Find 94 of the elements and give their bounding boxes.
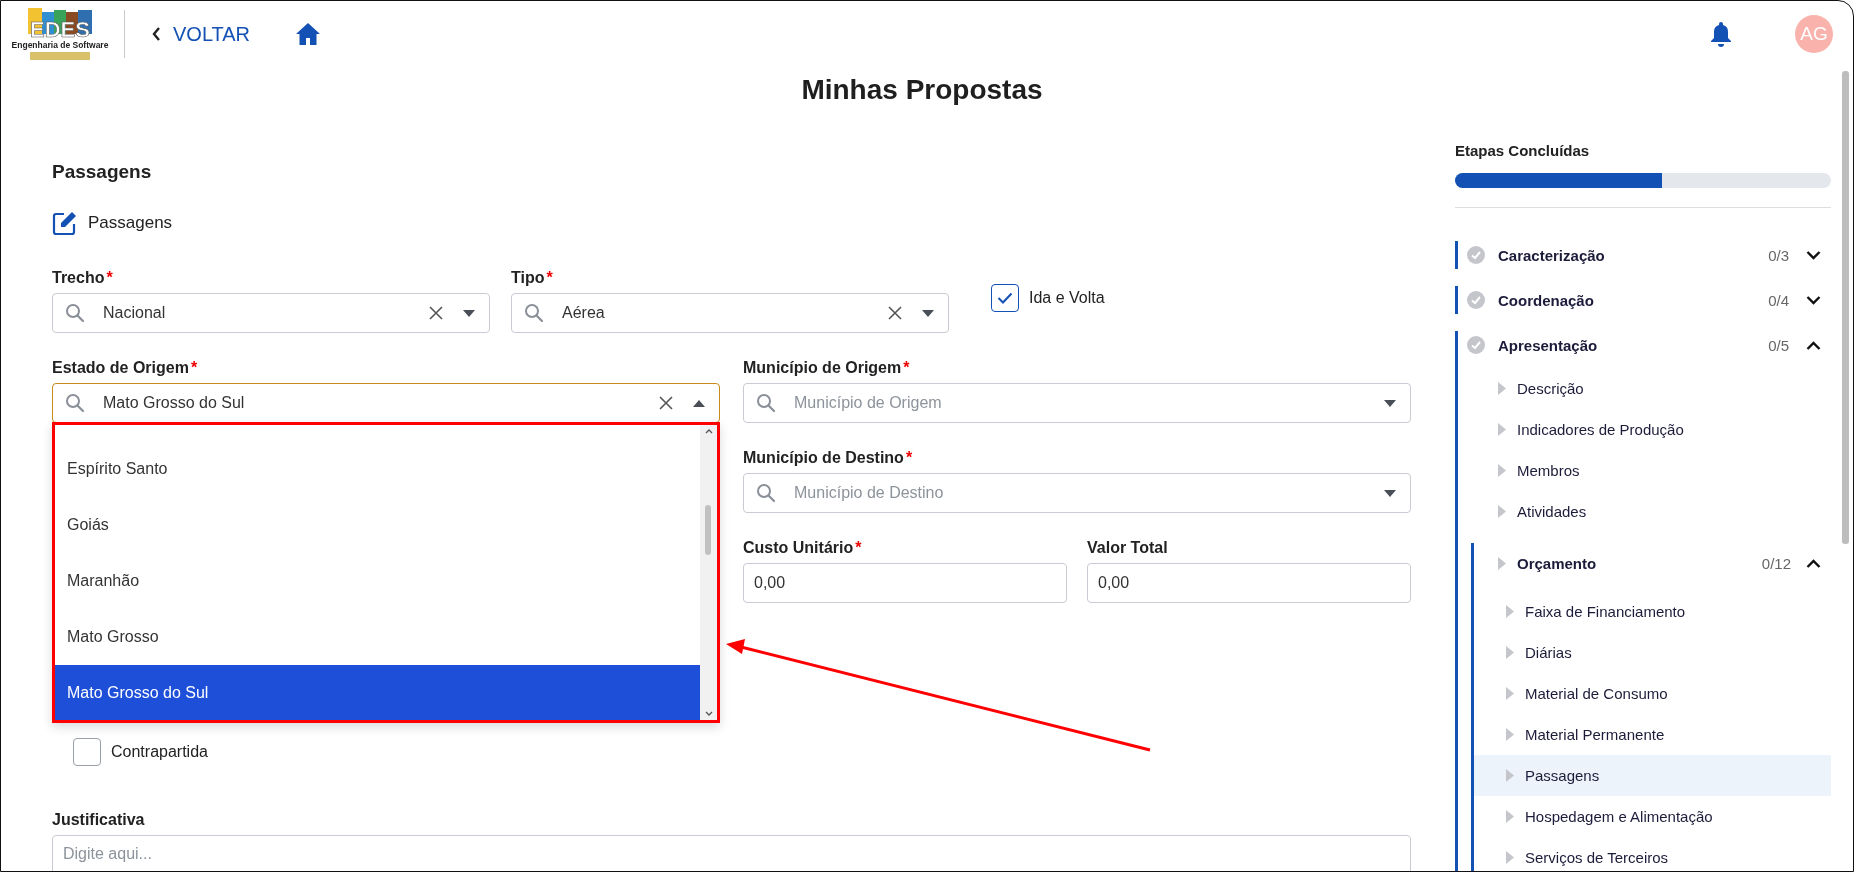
caret-down-icon[interactable] bbox=[1384, 489, 1396, 497]
caret-down-icon[interactable] bbox=[922, 309, 934, 317]
chevron-up-icon[interactable] bbox=[1806, 340, 1821, 350]
progress-label: Etapas Concluídas bbox=[1455, 141, 1591, 161]
dropdown-option[interactable]: Mato Grosso bbox=[55, 609, 700, 665]
checkbox-label: Ida e Volta bbox=[1029, 289, 1105, 307]
select-field[interactable]: Município de Destino bbox=[743, 473, 1411, 513]
select-input[interactable]: Nacional bbox=[103, 304, 429, 322]
nav-section[interactable]: Apresentação 0/5 bbox=[1458, 331, 1831, 359]
search-icon bbox=[65, 303, 85, 323]
clear-icon[interactable] bbox=[659, 396, 673, 410]
dropdown-option[interactable]: Maranhão bbox=[55, 553, 700, 609]
select-input[interactable]: Município de Destino bbox=[794, 484, 1384, 502]
select-input[interactable]: Aérea bbox=[562, 304, 888, 322]
expand-triangle-icon bbox=[1498, 505, 1506, 518]
expand-triangle-icon bbox=[1506, 769, 1514, 782]
search-icon bbox=[65, 393, 85, 413]
text-area[interactable]: Digite aqui... bbox=[52, 835, 1411, 871]
nav-item[interactable]: Atividades bbox=[1458, 491, 1831, 532]
select-input[interactable]: Município de Origem bbox=[794, 394, 1384, 412]
caret-up-icon[interactable] bbox=[693, 399, 705, 407]
search-icon bbox=[756, 393, 776, 413]
scrollbar[interactable] bbox=[1842, 71, 1849, 544]
search-icon bbox=[756, 483, 776, 503]
expand-triangle-icon bbox=[1498, 557, 1506, 570]
field-label: Estado de Origem* bbox=[52, 358, 198, 378]
chevron-up-icon[interactable] bbox=[1806, 559, 1821, 568]
expand-triangle-icon bbox=[1506, 810, 1514, 823]
select-field[interactable]: Nacional bbox=[52, 293, 490, 333]
field-label: Trecho* bbox=[52, 268, 113, 288]
select-field[interactable]: Município de Origem bbox=[743, 383, 1411, 423]
edit-icon[interactable] bbox=[52, 210, 78, 236]
scroll-down-icon[interactable] bbox=[704, 711, 713, 716]
dropdown-scrollbar[interactable] bbox=[700, 425, 717, 720]
nav-item[interactable]: Faixa de Financiamento bbox=[1474, 591, 1831, 632]
expand-triangle-icon bbox=[1506, 728, 1514, 741]
page-title: Minhas Propostas bbox=[801, 74, 1043, 106]
input-field[interactable]: 0,00 bbox=[1087, 563, 1411, 603]
field-label: Tipo* bbox=[511, 268, 553, 288]
caret-down-icon[interactable] bbox=[1384, 399, 1396, 407]
checkbox[interactable] bbox=[991, 284, 1019, 312]
logo[interactable]: EDES Engenharia de Software bbox=[2, 6, 118, 62]
nav-item[interactable]: Serviços de Terceiros bbox=[1474, 837, 1831, 871]
check-circle-icon bbox=[1467, 336, 1485, 354]
nav-item[interactable]: Hospedagem e Alimentação bbox=[1474, 796, 1831, 837]
caret-down-icon[interactable] bbox=[463, 309, 475, 317]
clear-icon[interactable] bbox=[888, 306, 902, 320]
scroll-up-icon[interactable] bbox=[704, 429, 713, 434]
field-label: Município de Origem* bbox=[743, 358, 910, 378]
chevron-down-icon[interactable] bbox=[1806, 295, 1821, 305]
field-label: Justificativa bbox=[52, 810, 145, 830]
nav-section[interactable]: Coordenação 0/4 bbox=[1458, 286, 1831, 314]
nav-item[interactable]: Membros bbox=[1458, 450, 1831, 491]
expand-triangle-icon bbox=[1506, 605, 1514, 618]
dropdown-option[interactable]: Goiás bbox=[55, 497, 700, 553]
dropdown-option[interactable]: Mato Grosso do Sul bbox=[55, 665, 700, 720]
home-icon[interactable] bbox=[295, 22, 322, 46]
select-field[interactable]: Aérea bbox=[511, 293, 949, 333]
checkbox-label: Contrapartida bbox=[111, 743, 208, 761]
chevron-down-icon[interactable] bbox=[1806, 250, 1821, 260]
nav-item[interactable]: Material de Consumo bbox=[1474, 673, 1831, 714]
expand-triangle-icon bbox=[1506, 687, 1514, 700]
check-icon bbox=[997, 292, 1013, 304]
search-icon bbox=[524, 303, 544, 323]
select-input[interactable]: Mato Grosso do Sul bbox=[103, 394, 659, 412]
nav-item[interactable]: Material Permanente bbox=[1474, 714, 1831, 755]
logo-subtitle: Engenharia de Software bbox=[11, 40, 109, 50]
logo-text: EDES bbox=[30, 17, 90, 42]
nav-item[interactable]: Passagens bbox=[1474, 755, 1831, 796]
nav-item[interactable]: Indicadores de Produção bbox=[1458, 409, 1831, 450]
check-circle-icon bbox=[1467, 246, 1485, 264]
nav-section[interactable]: Caracterização 0/3 bbox=[1458, 241, 1831, 269]
field-label: Custo Unitário* bbox=[743, 538, 862, 558]
chevron-left-icon bbox=[152, 27, 161, 41]
expand-triangle-icon bbox=[1498, 423, 1506, 436]
field-label: Valor Total bbox=[1087, 538, 1168, 558]
expand-triangle-icon bbox=[1498, 464, 1506, 477]
clear-icon[interactable] bbox=[429, 306, 443, 320]
nav-item[interactable]: Diárias bbox=[1474, 632, 1831, 673]
field-label: Município de Destino* bbox=[743, 448, 913, 468]
expand-triangle-icon bbox=[1498, 382, 1506, 395]
expand-triangle-icon bbox=[1506, 851, 1514, 864]
check-circle-icon bbox=[1467, 291, 1485, 309]
checkbox[interactable] bbox=[73, 738, 101, 766]
nav-item[interactable]: Descrição bbox=[1458, 368, 1831, 409]
select-field[interactable]: Mato Grosso do Sul bbox=[52, 383, 720, 423]
nav-group[interactable]: Orçamento 0/12 bbox=[1474, 543, 1831, 584]
input-field[interactable]: 0,00 bbox=[743, 563, 1067, 603]
bell-icon[interactable] bbox=[1709, 21, 1733, 47]
dropdown-option[interactable]: Espírito Santo bbox=[55, 441, 700, 497]
form-title: Passagens bbox=[88, 213, 173, 233]
section-title: Passagens bbox=[52, 160, 153, 184]
expand-triangle-icon bbox=[1506, 646, 1514, 659]
back-button[interactable]: VOLTAR bbox=[152, 22, 251, 46]
